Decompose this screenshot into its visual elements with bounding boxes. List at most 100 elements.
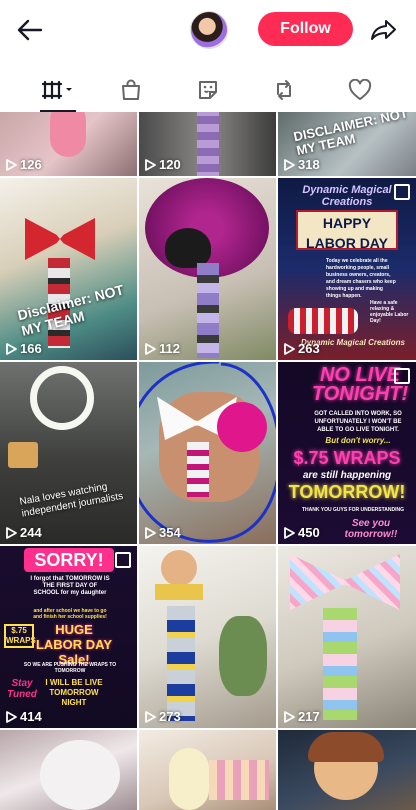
sticker-icon (199, 81, 217, 99)
view-count-label: 112 (159, 341, 180, 356)
push-line: SO WE ARE PUSHING THE WRAPS TO TOMORROW (23, 662, 117, 674)
video-tile[interactable]: 354 (139, 362, 276, 544)
play-icon (284, 526, 295, 539)
play-icon (6, 710, 17, 723)
share-arrow-icon (371, 20, 396, 40)
view-count-label: 244 (20, 525, 42, 540)
avatar[interactable] (190, 11, 228, 49)
tab-liked[interactable] (330, 70, 390, 110)
caption-overlay: Disclaimer: NOT MY TEAM (15, 281, 126, 339)
pearl-topper (169, 748, 209, 810)
profile-tabs (0, 70, 416, 113)
view-count: 273 (145, 709, 181, 724)
profile-header: Follow (0, 0, 416, 62)
tab-reposts[interactable] (254, 70, 314, 110)
share-button[interactable] (368, 14, 400, 46)
heart-icon (348, 79, 372, 100)
view-count: 112 (145, 341, 180, 356)
tab-videos[interactable] (28, 70, 88, 112)
wraps-price: $.75 WRAPS (293, 448, 401, 468)
repost-icon (277, 80, 291, 100)
view-count: 414 (6, 709, 42, 724)
video-tile[interactable]: SORRY! I forgot that TOMORROW IS THE FIR… (0, 546, 137, 728)
lamp (8, 442, 38, 468)
no-live-note: But don't worry... (325, 436, 391, 445)
video-tile[interactable]: 112 (139, 178, 276, 360)
view-count: 217 (284, 709, 320, 724)
play-icon (145, 710, 156, 723)
video-tile[interactable] (278, 730, 416, 810)
video-tile[interactable]: 217 (278, 546, 416, 728)
thanks-line: THANK YOU GUYS FOR UNDERSTANDING (301, 507, 405, 513)
view-count-label: 273 (159, 709, 181, 724)
view-count: 318 (284, 157, 320, 172)
video-tile[interactable] (0, 730, 137, 810)
video-tile[interactable]: 120 (139, 112, 276, 176)
photo-carousel-icon (115, 552, 131, 568)
no-live-body: GOT CALLED INTO WORK, SO UNFORTUNATELY I… (314, 411, 402, 433)
view-count: 166 (6, 341, 42, 356)
sorry-body: I forgot that TOMORROW IS THE FIRST DAY … (30, 576, 110, 596)
caption-overlay: Nala loves watching independent journali… (18, 481, 125, 520)
red-bow (25, 218, 95, 260)
back-button[interactable] (14, 14, 46, 46)
play-icon (6, 158, 17, 171)
follow-button[interactable]: Follow (258, 12, 353, 46)
video-grid: 126 120 DISCLAIMER: NOT MY TEAM 318 Disc… (0, 112, 416, 810)
tab-shop[interactable] (101, 70, 161, 110)
grid-icon (42, 80, 72, 100)
sorry-small: and after school we have to go and finis… (33, 608, 107, 620)
view-count-label: 166 (20, 341, 42, 356)
view-count-label: 414 (20, 709, 42, 724)
view-count: 263 (284, 341, 320, 356)
video-tile[interactable]: 126 (0, 112, 137, 176)
view-count-label: 120 (159, 157, 181, 172)
white-pom-pom (40, 740, 120, 810)
labor-day-note: Have a safe relaxing & enjoyable Labor D… (370, 300, 409, 324)
frog-figure (219, 616, 267, 696)
sale-title: HUGE LABOR DAY Sale! (35, 622, 113, 667)
play-icon (6, 526, 17, 539)
view-count: 244 (6, 525, 42, 540)
caption-overlay: DISCLAIMER: NOT MY TEAM (292, 112, 410, 158)
beaded-pen (167, 606, 195, 721)
video-tile[interactable] (139, 730, 276, 810)
doll-hair (308, 732, 384, 762)
view-count-label: 263 (298, 341, 320, 356)
play-icon (284, 710, 295, 723)
labor-day-title: HAPPY LABOR DAY (296, 210, 398, 251)
view-count: 354 (145, 525, 181, 540)
play-icon (284, 342, 295, 355)
labor-day-body: Today we celebrate all the hardworking p… (326, 258, 396, 299)
beaded-pen (323, 608, 357, 720)
figurine-head (161, 550, 197, 586)
tomorrow-title: TOMORROW! (288, 482, 406, 502)
pastel-bow (290, 554, 400, 610)
view-count-label: 126 (20, 157, 42, 172)
view-count: 450 (284, 525, 320, 540)
play-icon (145, 158, 156, 171)
video-tile[interactable]: 273 (139, 546, 276, 728)
view-count-label: 217 (298, 709, 320, 724)
pink-keychain (50, 112, 86, 157)
flag-charm (288, 308, 358, 334)
video-tile[interactable]: Dynamic Magical Creations HAPPY LABOR DA… (278, 178, 416, 360)
play-icon (145, 526, 156, 539)
beaded-pen (197, 112, 219, 176)
sorry-title: SORRY! (24, 548, 114, 572)
view-count: 120 (145, 157, 181, 172)
video-tile[interactable]: Disclaimer: NOT MY TEAM 166 (0, 178, 137, 360)
stay-tuned: Stay Tuned (7, 678, 37, 700)
play-icon (6, 342, 17, 355)
play-icon (145, 342, 156, 355)
arrow-left-icon (17, 19, 43, 41)
see-you-line: See you tomorrow!! (344, 518, 398, 540)
black-cat-charm (165, 228, 211, 268)
view-count-label: 318 (298, 157, 320, 172)
figurine-body (155, 584, 203, 600)
video-tile[interactable]: NO LIVE TONIGHT! GOT CALLED INTO WORK, S… (278, 362, 416, 544)
tab-favorites[interactable] (178, 70, 238, 110)
video-tile[interactable]: Nala loves watching independent journali… (0, 362, 137, 544)
beaded-pen (197, 263, 219, 358)
video-tile[interactable]: DISCLAIMER: NOT MY TEAM 318 (278, 112, 416, 176)
